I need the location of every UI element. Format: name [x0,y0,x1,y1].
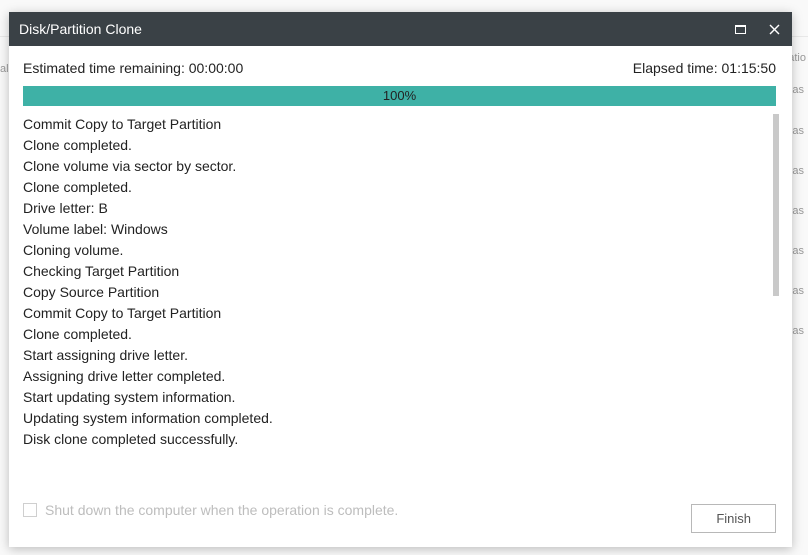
log-line: Start assigning drive letter. [23,345,764,366]
scrollbar-thumb[interactable] [773,114,779,296]
bg-text: as [792,165,804,177]
remaining-time: Estimated time remaining: 00:00:00 [23,60,243,76]
log-list: Commit Copy to Target PartitionClone com… [23,114,776,450]
remaining-time-value: 00:00:00 [189,60,244,76]
log-line: Clone completed. [23,177,764,198]
bg-text: as [792,205,804,217]
bg-text: as [792,285,804,297]
log-line: Commit Copy to Target Partition [23,303,764,324]
progress-percent: 100% [23,86,776,106]
bg-text: as [792,84,804,96]
dialog-body: Estimated time remaining: 00:00:00 Elaps… [9,46,792,547]
elapsed-time-value: 01:15:50 [722,60,777,76]
log-area: Commit Copy to Target PartitionClone com… [23,114,776,480]
close-button[interactable] [766,21,782,37]
footer-row: Shut down the computer when the operatio… [23,486,776,533]
log-line: Checking Target Partition [23,261,764,282]
log-line: Copy Source Partition [23,282,764,303]
window-controls [732,21,782,37]
log-line: Clone volume via sector by sector. [23,156,764,177]
close-icon [769,24,780,35]
log-line: Drive letter: B [23,198,764,219]
bg-text: as [792,125,804,137]
log-line: Updating system information completed. [23,408,764,429]
log-line: Disk clone completed successfully. [23,429,764,450]
bg-text: as [792,245,804,257]
log-line: Clone completed. [23,324,764,345]
elapsed-time: Elapsed time: 01:15:50 [633,60,776,76]
elapsed-time-label: Elapsed time: [633,60,718,76]
log-line: Cloning volume. [23,240,764,261]
remaining-time-label: Estimated time remaining: [23,60,185,76]
shutdown-label: Shut down the computer when the operatio… [45,502,398,518]
finish-button[interactable]: Finish [691,504,776,533]
log-line: Volume label: Windows [23,219,764,240]
shutdown-checkbox[interactable]: Shut down the computer when the operatio… [23,502,398,518]
progress-bar: 100% [23,86,776,106]
time-row: Estimated time remaining: 00:00:00 Elaps… [23,60,776,76]
maximize-button[interactable] [732,21,748,37]
bg-text: al [0,63,9,75]
log-line: Commit Copy to Target Partition [23,114,764,135]
window-title: Disk/Partition Clone [19,21,732,37]
bg-text: as [792,325,804,337]
maximize-icon [735,25,746,34]
log-line: Assigning drive letter completed. [23,366,764,387]
dialog: Disk/Partition Clone Estimated time rema… [9,12,792,547]
titlebar: Disk/Partition Clone [9,12,792,46]
log-line: Clone completed. [23,135,764,156]
log-line: Start updating system information. [23,387,764,408]
checkbox-box [23,503,37,517]
